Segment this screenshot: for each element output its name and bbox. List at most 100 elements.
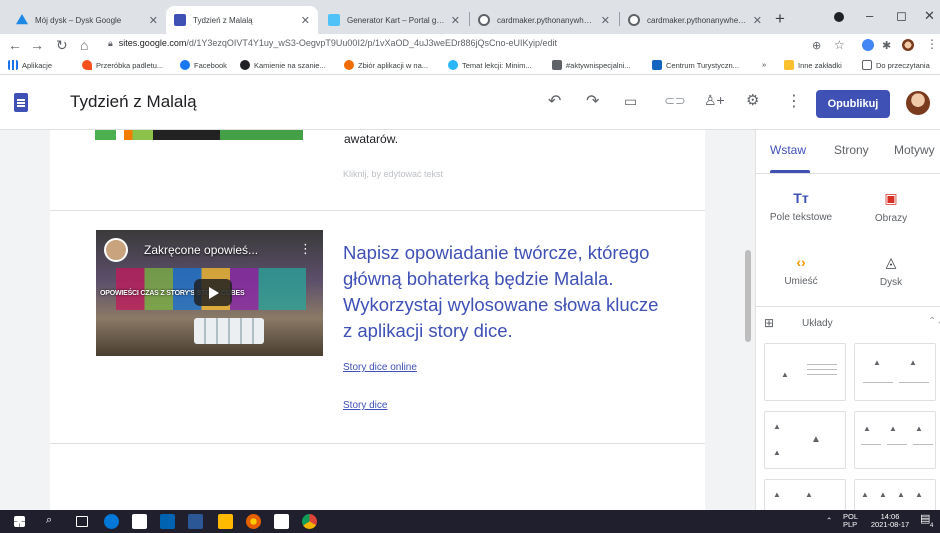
input-language[interactable]: POL PLP <box>843 513 858 529</box>
tray-chevron-icon[interactable]: ⌃ <box>826 517 832 525</box>
google-sites-logo-icon[interactable] <box>14 93 28 112</box>
content-section-1[interactable]: awatarów. Kliknij, by edytować tekst <box>50 130 705 211</box>
edge-icon[interactable] <box>104 514 119 529</box>
new-tab-button[interactable]: + <box>775 9 785 29</box>
home-icon[interactable]: ⌂ <box>80 37 88 53</box>
publish-button[interactable]: Opublikuj <box>816 90 890 118</box>
close-tab-icon[interactable]: ✕ <box>149 14 158 27</box>
layout-option-3[interactable]: ▲ ▲ ▲ <box>764 411 846 469</box>
app-icon[interactable] <box>160 514 175 529</box>
bookmark-item[interactable]: Przeróbka padletu... <box>82 60 163 70</box>
bookmark-item[interactable]: #aktywnispecjalni... <box>552 60 631 70</box>
video-menu-icon[interactable]: ⋮ <box>299 241 312 257</box>
share-person-icon[interactable]: ♙+ <box>704 92 725 109</box>
insert-embed[interactable]: ‹› Umieść <box>756 254 846 287</box>
zoom-icon[interactable]: ⊕ <box>812 39 821 52</box>
file-explorer-icon[interactable] <box>218 514 233 529</box>
bookmark-item[interactable]: Temat lekcji: Minim... <box>448 60 532 70</box>
layout-option-1[interactable]: ▲ <box>764 343 846 401</box>
story-dice-link[interactable]: Story dice <box>343 400 387 411</box>
avatars-image[interactable] <box>95 130 303 140</box>
close-tab-icon[interactable]: ✕ <box>601 14 610 27</box>
content-section-2[interactable]: Zakręcone opowieś... ⋮ OPOWIEŚCI CZAS Z … <box>50 212 705 444</box>
collection-icon <box>344 60 354 70</box>
image-placeholder-icon: ▲ <box>915 424 923 433</box>
firefox-icon[interactable] <box>246 514 261 529</box>
layout-option-2[interactable]: ▲ ▲ <box>854 343 936 401</box>
bookmark-reading-list[interactable]: Do przeczytania <box>862 60 930 70</box>
forward-arrow-icon[interactable]: → <box>30 37 44 53</box>
notifications-icon[interactable]: ▤ <box>920 514 930 525</box>
layout-option-4[interactable]: ▲ ▲ ▲ <box>854 411 936 469</box>
puzzle-icon[interactable]: ✱ <box>882 39 891 52</box>
settings-gear-icon[interactable]: ⚙ <box>746 91 759 109</box>
bookmark-item[interactable]: Centrum Turystyczn... <box>652 60 739 70</box>
canvas-scrollbar[interactable] <box>745 250 751 342</box>
tab-pages[interactable]: Strony <box>834 143 869 157</box>
youtube-video-embed[interactable]: Zakręcone opowieś... ⋮ OPOWIEŚCI CZAS Z … <box>96 230 323 356</box>
windows-start-icon[interactable] <box>14 516 25 527</box>
tab-themes[interactable]: Motywy <box>894 143 935 157</box>
layout-option-6[interactable]: ▲ ▲ ▲ ▲ <box>854 479 936 510</box>
minimize-button[interactable]: – <box>866 8 873 23</box>
bookmark-folder-other[interactable]: Inne zakładki <box>784 60 842 70</box>
edit-text-placeholder[interactable]: Kliknij, by edytować tekst <box>343 169 443 179</box>
close-tab-icon[interactable]: ✕ <box>753 14 762 27</box>
close-tab-icon[interactable]: ✕ <box>451 14 460 27</box>
more-options-icon[interactable]: ⋮ <box>786 91 802 111</box>
store-icon[interactable] <box>132 514 147 529</box>
profile-avatar-icon[interactable] <box>902 39 914 51</box>
text-line <box>807 369 837 370</box>
browser-tab-strip: Mój dysk – Dysk Google ✕ Tydzień z Malal… <box>0 0 940 34</box>
site-title[interactable]: Tydzień z Malalą <box>70 92 197 112</box>
bookmark-item[interactable]: Facebook <box>180 60 227 70</box>
word-icon[interactable] <box>188 514 203 529</box>
mail-icon[interactable] <box>274 514 289 529</box>
layouts-heading[interactable]: Układy <box>802 318 833 329</box>
chrome-taskbar-icon[interactable] <box>302 514 317 529</box>
insert-drive[interactable]: ◬ Dysk <box>846 254 936 288</box>
insert-images[interactable]: ▣ Obrazy <box>846 190 936 224</box>
browser-tab[interactable]: Generator Kart – Portal gier p ✕ <box>320 6 468 34</box>
browser-tab[interactable]: Mój dysk – Dysk Google ✕ <box>8 6 166 34</box>
globe-favicon-icon <box>478 14 490 26</box>
menu-dots-icon[interactable]: ⋮ <box>926 37 938 51</box>
lock-icon: 🔒︎ <box>108 38 113 48</box>
redo-icon[interactable]: ↷ <box>586 91 599 111</box>
tab-insert[interactable]: Wstaw <box>770 143 806 157</box>
search-icon[interactable]: ⌕ <box>46 514 61 529</box>
channel-avatar-icon <box>104 238 128 262</box>
play-button-icon[interactable] <box>194 279 232 306</box>
browser-tab[interactable]: cardmaker.pythonanywhere. ✕ <box>620 6 770 34</box>
reload-icon[interactable]: ↻ <box>56 37 68 54</box>
image-placeholder-icon: ▲ <box>781 370 789 379</box>
profile-dot-icon[interactable] <box>834 12 844 22</box>
clock[interactable]: 14:06 2021-08-17 <box>866 513 914 529</box>
star-icon[interactable]: ☆ <box>834 38 845 52</box>
canvas-left-margin <box>0 130 50 510</box>
url-field[interactable]: 🔒︎ sites.google.com/d/1Y3ezqOIVT4Y1uy_wS3… <box>108 38 557 49</box>
preview-icon[interactable]: ▭ <box>624 93 637 110</box>
layout-option-5[interactable]: ▲ ▲ <box>764 479 846 510</box>
task-heading[interactable]: Napisz opowiadanie twórcze, którego głów… <box>343 240 663 344</box>
bookmark-item[interactable]: Zbiór aplikacji w na... <box>344 60 428 70</box>
bookmark-apps[interactable]: Aplikacje <box>8 60 52 70</box>
back-arrow-icon[interactable]: ← <box>8 37 22 53</box>
close-tab-icon[interactable]: ✕ <box>301 14 310 27</box>
maximize-button[interactable]: ◻ <box>896 8 907 24</box>
text-block-tail[interactable]: awatarów. <box>344 132 398 146</box>
task-view-icon[interactable] <box>76 516 88 527</box>
extension-icon[interactable] <box>862 39 874 51</box>
undo-icon[interactable]: ↶ <box>548 91 561 111</box>
insert-text-box[interactable]: Tт Pole tekstowe <box>756 190 846 223</box>
bookmarks-overflow-button[interactable]: » <box>762 60 766 69</box>
close-window-button[interactable]: ✕ <box>924 8 935 24</box>
browser-tab[interactable]: cardmaker.pythonanywhere. ✕ <box>470 6 618 34</box>
bookmark-item[interactable]: Kamienie na szanie... <box>240 60 326 70</box>
collapse-chevron-icon[interactable]: ⌃⌄ <box>928 316 940 327</box>
user-avatar[interactable] <box>906 91 930 115</box>
lesson-icon <box>448 60 458 70</box>
story-dice-online-link[interactable]: Story dice online <box>343 362 417 373</box>
browser-tab-active[interactable]: Tydzień z Malalą ✕ <box>166 6 318 34</box>
link-icon[interactable]: ⊂⊃ <box>664 93 686 109</box>
